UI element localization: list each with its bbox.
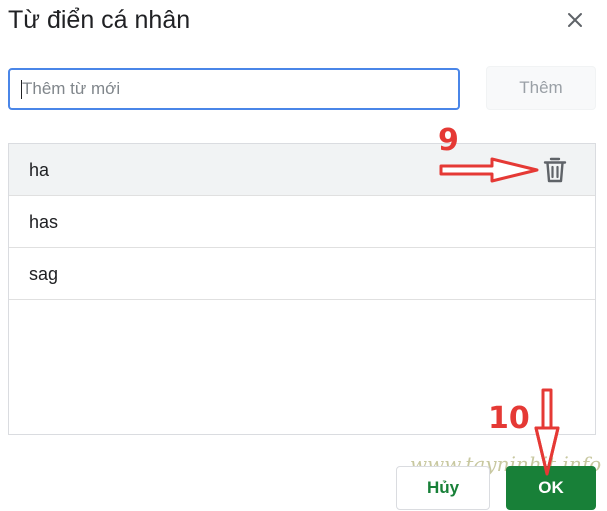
word-list: ha has sag — [8, 143, 596, 435]
dialog-title: Từ điển cá nhân — [8, 6, 191, 34]
word-row[interactable]: ha — [9, 144, 595, 196]
word-text: sag — [29, 264, 59, 284]
trash-icon[interactable] — [542, 156, 568, 184]
close-button[interactable] — [561, 6, 589, 34]
new-word-input[interactable] — [10, 70, 458, 108]
annotation-step-10: 10 — [488, 401, 530, 436]
cancel-button[interactable]: Hủy — [396, 466, 490, 510]
close-icon — [568, 13, 582, 27]
ok-button[interactable]: OK — [506, 466, 596, 510]
word-text: has — [29, 212, 59, 232]
add-word-button[interactable]: Thêm — [486, 66, 596, 110]
personal-dictionary-dialog: Từ điển cá nhân Thêm ha has sag 9 10 — [0, 0, 607, 511]
annotation-step-9: 9 — [438, 123, 459, 158]
word-row[interactable]: has — [9, 196, 595, 248]
word-row[interactable]: sag — [9, 248, 595, 300]
text-caret — [21, 80, 22, 99]
word-text: ha — [29, 160, 50, 180]
new-word-field[interactable] — [8, 68, 460, 110]
